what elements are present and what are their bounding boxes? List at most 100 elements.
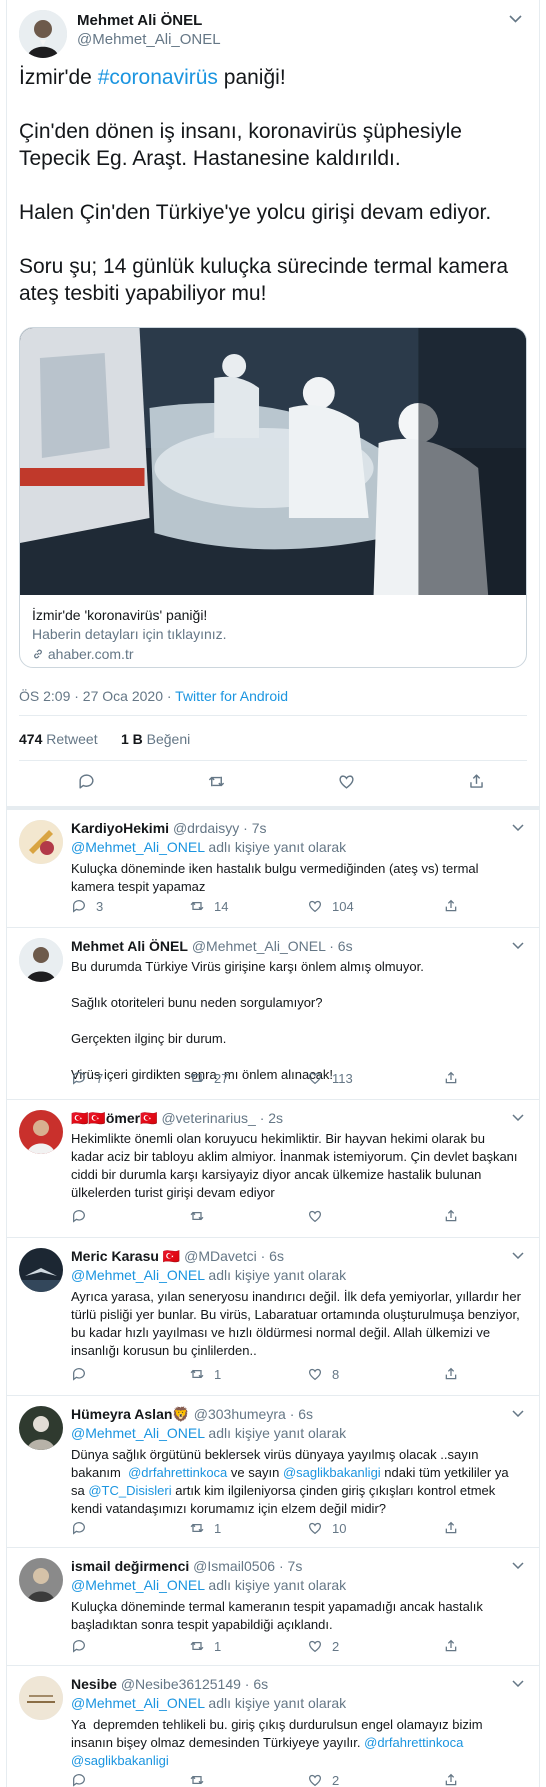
reply-avatar[interactable]: [19, 1406, 63, 1450]
like-icon[interactable]: 10: [307, 1520, 346, 1536]
share-icon[interactable]: [443, 1366, 459, 1382]
retweet-icon[interactable]: [189, 1772, 214, 1787]
reply-author-handle[interactable]: @Mehmet_Ali_ONEL: [192, 938, 326, 954]
reply-header: KardiyoHekimi @drdaisyy · 7s: [71, 820, 267, 836]
reply-avatar[interactable]: [19, 820, 63, 864]
reply-time[interactable]: · 6s: [245, 1676, 268, 1692]
share-icon[interactable]: [443, 1772, 459, 1787]
author-avatar[interactable]: [19, 10, 67, 58]
reply-icon[interactable]: [71, 1208, 96, 1224]
reply-author-handle[interactable]: @303humeyra: [194, 1406, 286, 1422]
retweet-icon[interactable]: [207, 772, 226, 791]
reply-tweet[interactable]: Hümeyra Aslan🦁 @303humeyra · 6s @Mehmet_…: [6, 1396, 540, 1548]
reply-avatar[interactable]: [19, 1248, 63, 1292]
chevron-down-icon[interactable]: [509, 12, 522, 26]
chevron-down-icon[interactable]: [512, 820, 524, 834]
retweet-icon[interactable]: [189, 1208, 214, 1224]
hashtag-link[interactable]: #coronavirüs: [98, 66, 218, 89]
like-icon[interactable]: 8: [307, 1366, 339, 1382]
reply-icon[interactable]: [77, 772, 96, 791]
reply-tweet[interactable]: Meric Karasu 🇹🇷 @MDavetci · 6s @Mehmet_A…: [6, 1238, 540, 1396]
mention-link[interactable]: @TC_Disisleri: [88, 1483, 171, 1498]
link-card[interactable]: İzmir'de 'koronavirüs' paniği! Haberin d…: [19, 327, 527, 668]
reply-author-name[interactable]: Nesibe: [71, 1676, 117, 1692]
reply-icon[interactable]: [71, 1638, 96, 1654]
tweet-source[interactable]: Twitter for Android: [175, 688, 288, 704]
reply-to-link[interactable]: @Mehmet_Ali_ONEL: [71, 1267, 205, 1283]
reply-avatar[interactable]: [19, 1110, 63, 1154]
reply-author-name[interactable]: Meric Karasu: [71, 1248, 159, 1264]
reply-time[interactable]: · 6s: [261, 1248, 284, 1264]
reply-icon[interactable]: 3: [71, 898, 103, 914]
retweet-icon[interactable]: 14: [189, 898, 228, 914]
reply-time[interactable]: · 6s: [329, 938, 352, 954]
reply-icon[interactable]: [71, 1520, 96, 1536]
retweet-icon[interactable]: 27: [189, 1070, 228, 1086]
share-icon[interactable]: [443, 1520, 459, 1536]
chevron-down-icon[interactable]: [512, 1558, 524, 1572]
chevron-down-icon[interactable]: [512, 1110, 524, 1124]
like-icon[interactable]: 104: [307, 898, 354, 914]
reply-tweet[interactable]: Mehmet Ali ÖNEL @Mehmet_Ali_ONEL · 6s Bu…: [6, 928, 540, 1100]
mention-link[interactable]: @saglikbakanligi: [71, 1753, 169, 1768]
reply-author-name[interactable]: Mehmet Ali ÖNEL: [71, 938, 188, 954]
like-icon[interactable]: [337, 772, 356, 791]
retweet-icon[interactable]: 1: [189, 1638, 221, 1654]
reply-author-handle[interactable]: @drdaisyy: [173, 820, 239, 836]
reply-tweet[interactable]: ismail değirmenci @Ismail0506 · 7s @Mehm…: [6, 1548, 540, 1666]
reply-text: Hekimlikte önemli olan koruyucu hekimlik…: [71, 1131, 522, 1200]
reply-avatar[interactable]: [19, 1676, 63, 1720]
reply-tweet[interactable]: KardiyoHekimi @drdaisyy · 7s @Mehmet_Ali…: [6, 810, 540, 928]
reply-to-link[interactable]: @Mehmet_Ali_ONEL: [71, 839, 205, 855]
author-handle[interactable]: @Mehmet_Ali_ONEL: [77, 31, 221, 48]
reply-author-handle[interactable]: @Ismail0506: [193, 1558, 275, 1574]
share-icon[interactable]: [443, 1638, 459, 1654]
reply-time[interactable]: · 7s: [279, 1558, 302, 1574]
reply-author-name[interactable]: KardiyoHekimi: [71, 820, 169, 836]
chevron-down-icon[interactable]: [512, 1676, 524, 1690]
reply-to-link[interactable]: @Mehmet_Ali_ONEL: [71, 1695, 205, 1711]
share-icon[interactable]: [443, 1070, 459, 1086]
like-icon[interactable]: [307, 1208, 332, 1224]
lion-emoji: 🦁: [172, 1406, 190, 1422]
reply-author-handle[interactable]: @veterinarius_: [161, 1110, 255, 1126]
retweet-icon[interactable]: 1: [189, 1366, 221, 1382]
reply-header: Nesibe @Nesibe36125149 · 6s: [71, 1676, 268, 1692]
reply-actions: 1 2: [71, 1638, 491, 1658]
reply-icon[interactable]: 7: [71, 1070, 103, 1086]
reply-author-name[interactable]: ismail değirmenci: [71, 1558, 189, 1574]
reply-avatar[interactable]: [19, 938, 63, 982]
reply-time[interactable]: · 7s: [243, 820, 266, 836]
reply-author-handle[interactable]: @Nesibe36125149: [121, 1676, 241, 1692]
reply-avatar[interactable]: [19, 1558, 63, 1602]
reply-icon[interactable]: [71, 1772, 96, 1787]
reply-to-line: @Mehmet_Ali_ONEL adlı kişiye yanıt olara…: [71, 1267, 347, 1283]
chevron-down-icon[interactable]: [512, 1248, 524, 1262]
reply-author-name[interactable]: ömer: [106, 1110, 140, 1126]
mention-link[interactable]: @drfahrettinkoca: [364, 1735, 463, 1750]
like-icon[interactable]: 2: [307, 1772, 339, 1787]
reply-tweet[interactable]: 🇹🇷🇹🇷ömer🇹🇷 @veterinarius_ · 2s Hekimlikt…: [6, 1100, 540, 1238]
reply-to-link[interactable]: @Mehmet_Ali_ONEL: [71, 1425, 205, 1441]
retweet-stat[interactable]: 474 Retweet: [19, 731, 98, 747]
mention-link[interactable]: @saglikbakanligi: [283, 1465, 381, 1480]
reply-time[interactable]: · 2s: [260, 1110, 283, 1126]
author-name[interactable]: Mehmet Ali ÖNEL: [77, 12, 202, 29]
like-icon[interactable]: 2: [307, 1638, 339, 1654]
mention-link[interactable]: @drfahrettinkoca: [128, 1465, 227, 1480]
tweet-timestamp[interactable]: ÖS 2:09 · 27 Oca 2020 ·: [19, 688, 175, 704]
chevron-down-icon[interactable]: [512, 938, 524, 952]
reply-to-link[interactable]: @Mehmet_Ali_ONEL: [71, 1577, 205, 1593]
reply-author-name[interactable]: Hümeyra Aslan: [71, 1406, 172, 1422]
reply-author-handle[interactable]: @MDavetci: [184, 1248, 257, 1264]
like-stat[interactable]: 1 B Beğeni: [121, 731, 190, 747]
reply-time[interactable]: · 6s: [290, 1406, 313, 1422]
retweet-icon[interactable]: 1: [189, 1520, 221, 1536]
share-icon[interactable]: [443, 898, 459, 914]
like-icon[interactable]: 113: [307, 1070, 353, 1086]
reply-icon[interactable]: [71, 1366, 96, 1382]
share-icon[interactable]: [443, 1208, 459, 1224]
reply-tweet[interactable]: Nesibe @Nesibe36125149 · 6s @Mehmet_Ali_…: [6, 1666, 540, 1787]
chevron-down-icon[interactable]: [512, 1406, 524, 1420]
share-icon[interactable]: [467, 772, 486, 791]
